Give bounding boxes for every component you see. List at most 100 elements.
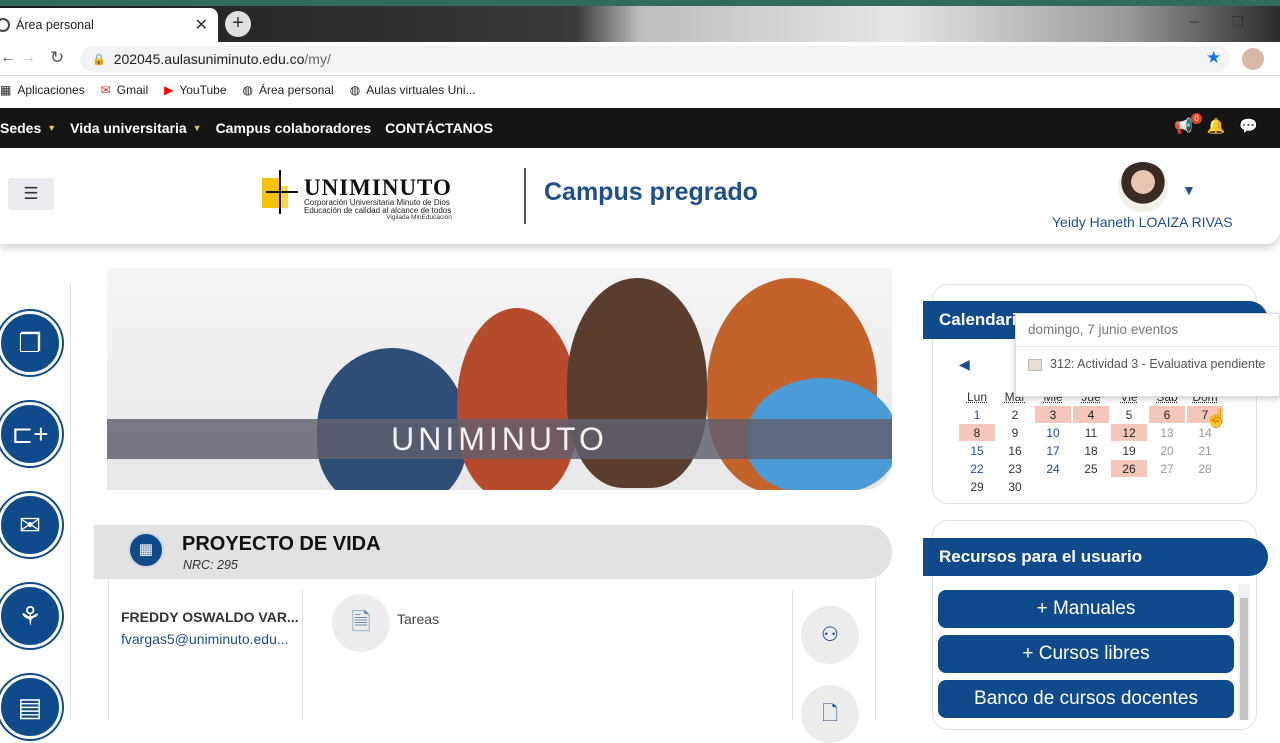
- banner-caption: UNIMINUTO: [107, 419, 892, 459]
- notification-count-badge: 0: [1190, 113, 1202, 124]
- nav-item-sedes[interactable]: Sedes ▼: [0, 120, 56, 136]
- calendar-day[interactable]: 12: [1111, 424, 1147, 441]
- rail-network-button[interactable]: ⚘: [0, 584, 62, 648]
- calendar-day: 2: [1011, 407, 1019, 422]
- uniminuto-logo-mark: [262, 170, 298, 214]
- course-column-divider: [302, 590, 303, 720]
- rail-courses-button[interactable]: ❐: [0, 311, 62, 375]
- participants-icon[interactable]: ⚇: [801, 606, 859, 664]
- popover-event-text: 312: Actividad 3 - Evaluativa pendiente: [1050, 357, 1266, 371]
- calendar-day: 25: [1084, 461, 1098, 476]
- banco-cursos-docentes-button[interactable]: Banco de cursos docentes: [938, 680, 1234, 718]
- bookmark-star-icon[interactable]: ★: [1206, 48, 1221, 68]
- caret-down-icon: ▼: [47, 123, 57, 133]
- bookmark-apps[interactable]: ▦ Aplicaciones: [0, 83, 85, 97]
- envelope-icon: ✉: [19, 510, 41, 540]
- bookmark-aulas-virtuales[interactable]: ◍ Aulas virtuales Uni...: [350, 83, 476, 97]
- url-host: 202045.aulasuniminuto.edu.co: [113, 51, 305, 67]
- course-icon: ▦: [128, 532, 164, 568]
- calendar-prev-month-icon[interactable]: ◀: [959, 356, 970, 373]
- forward-icon[interactable]: →: [20, 49, 36, 67]
- calendar-body: 1 2 3 4 5 6 7 8 9 10 11 12 13 14 15 16 17 18 19 20 21 22 23 24 2…: [959, 406, 1223, 495]
- bell-icon[interactable]: 🔔: [1207, 117, 1226, 135]
- calendar-day: 13: [1160, 425, 1174, 440]
- profile-avatar-icon[interactable]: [1242, 48, 1264, 70]
- close-tab-icon[interactable]: ✕: [195, 15, 208, 35]
- apps-grid-icon: ▦: [0, 83, 12, 97]
- top-nav-icons: 📢 0 🔔 💬: [1174, 113, 1258, 135]
- back-icon[interactable]: ←: [0, 49, 16, 67]
- minimize-button[interactable]: ─: [1172, 8, 1216, 36]
- megaphone-icon[interactable]: 📢 0: [1174, 113, 1202, 135]
- course-column-divider: [792, 590, 793, 720]
- popover-separator: [1016, 346, 1280, 347]
- rail-document-button[interactable]: ▤: [0, 675, 62, 739]
- logo-name: UNIMINUTO: [304, 175, 452, 200]
- popover-event[interactable]: 312: Actividad 3 - Evaluativa pendiente: [1028, 355, 1268, 373]
- user-avatar[interactable]: [1118, 162, 1168, 212]
- calendar-day: 27: [1160, 461, 1174, 476]
- close-window-button[interactable]: [1236, 8, 1280, 36]
- calendar-day: 30: [1008, 479, 1022, 494]
- user-name[interactable]: Yeidy Haneth LOAIZA RIVAS: [1052, 214, 1233, 230]
- user-menu-caret-icon[interactable]: ▼: [1182, 182, 1196, 198]
- nav-item-contactanos[interactable]: CONTÁCTANOS: [385, 120, 493, 136]
- calendar-day: [1073, 478, 1109, 495]
- resources-header: Recursos para el usuario: [923, 538, 1268, 576]
- scrollbar-thumb[interactable]: [1240, 598, 1248, 720]
- bookmark-gmail[interactable]: ✉ Gmail: [101, 83, 148, 97]
- bookmark-area-personal[interactable]: ◍ Área personal: [243, 83, 334, 97]
- cursos-libres-button[interactable]: + Cursos libres: [938, 635, 1234, 673]
- campus-title: Campus pregrado: [544, 178, 758, 206]
- course-card-body: [108, 580, 876, 720]
- banner-person: [457, 308, 577, 490]
- calendar-day[interactable]: 6: [1149, 406, 1185, 423]
- nav-item-vida-universitaria[interactable]: Vida universitaria ▼: [70, 120, 201, 136]
- logo-line3: Vigilada MinEducación: [386, 214, 452, 221]
- rail-add-button[interactable]: ⊏+: [0, 402, 62, 466]
- tareas-link[interactable]: Tareas: [397, 611, 439, 627]
- nav-item-campus-colaboradores[interactable]: Campus colaboradores: [216, 120, 372, 136]
- new-tab-button[interactable]: +: [225, 11, 251, 37]
- teacher-email[interactable]: fvargas5@uniminuto.edu...: [121, 631, 289, 647]
- calendar-day: [1187, 478, 1223, 495]
- calendar-week-row: 15 16 17 18 19 20 21: [959, 442, 1223, 459]
- teacher-name: FREDDY OSWALDO VAR...: [121, 609, 299, 625]
- calendar-day: 5: [1125, 407, 1133, 422]
- left-rail-divider: [70, 284, 71, 720]
- tab-strip-accent: [0, 0, 1280, 6]
- calendar-day: 18: [1084, 443, 1098, 458]
- caret-down-icon: ▼: [192, 123, 202, 133]
- manuales-button[interactable]: + Manuales: [938, 590, 1234, 628]
- network-tree-icon: ⚘: [18, 601, 42, 631]
- calendar-day: 23: [1008, 461, 1022, 476]
- reload-icon[interactable]: ↻: [50, 48, 64, 68]
- hamburger-menu-button[interactable]: ☰: [8, 178, 54, 210]
- browser-tab[interactable]: Área personal ✕: [0, 8, 218, 42]
- calendar-week-row: 8 9 10 11 12 13 14: [959, 424, 1223, 441]
- calendar-day: 15: [970, 443, 984, 458]
- calendar-day: 10: [1046, 425, 1060, 440]
- chat-icon[interactable]: 💬: [1239, 117, 1258, 135]
- rail-messages-button[interactable]: ✉: [0, 493, 62, 557]
- calendar-day[interactable]: 26: [1111, 460, 1147, 477]
- assignment-hand-icon[interactable]: 🗎: [332, 594, 390, 652]
- calendar-day: 19: [1122, 443, 1136, 458]
- calendar-event-popover: domingo, 7 junio eventos 312: Actividad …: [1015, 313, 1280, 397]
- resources-scrollbar[interactable]: [1238, 584, 1250, 720]
- login-plus-icon: ⊏+: [11, 419, 49, 449]
- calendar-day[interactable]: 3: [1035, 406, 1071, 423]
- calendar-day: [1035, 478, 1071, 495]
- calendar-weekday: Lun: [966, 389, 988, 404]
- popover-title: domingo, 7 junio eventos: [1028, 322, 1179, 337]
- lock-icon: 🔒: [92, 53, 106, 66]
- document-icon: ▤: [17, 692, 43, 722]
- calendar-day[interactable]: 8: [959, 424, 995, 441]
- calendar-day[interactable]: 4: [1073, 406, 1109, 423]
- url-input[interactable]: 🔒 202045.aulasuniminuto.edu.co/my/: [80, 46, 1230, 72]
- grades-icon[interactable]: 🗋: [801, 685, 859, 743]
- calendar-day: 9: [1011, 425, 1019, 440]
- calendar-day: 29: [970, 479, 984, 494]
- bookmark-youtube[interactable]: ▶ YouTube: [164, 83, 226, 97]
- course-title[interactable]: PROYECTO DE VIDA: [182, 533, 381, 556]
